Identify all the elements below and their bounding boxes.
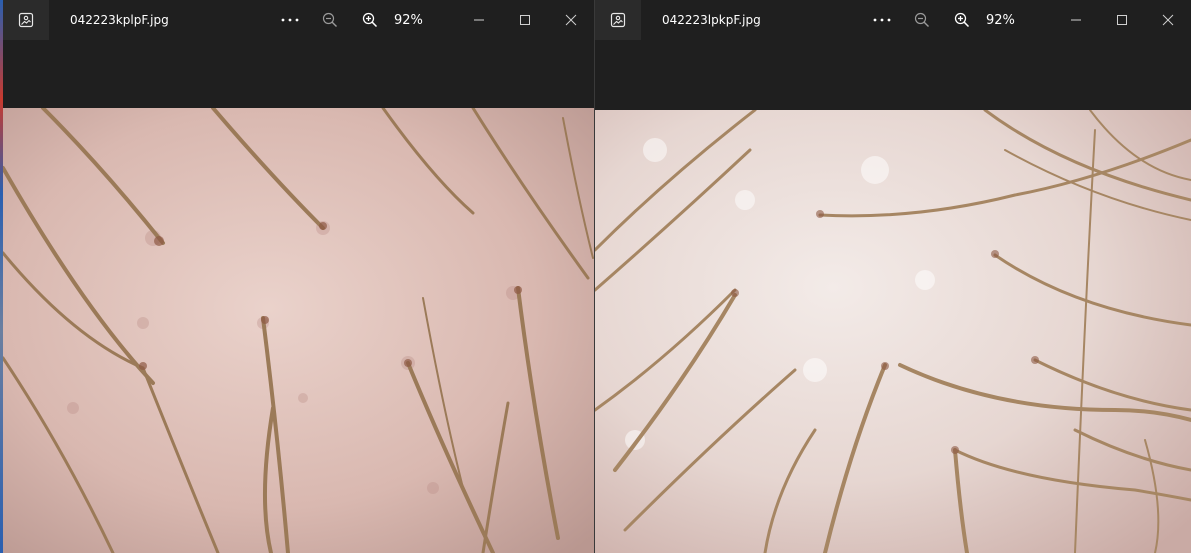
zoom-out-icon [914,12,929,27]
gallery-icon [18,12,34,28]
zoom-out-icon [322,12,337,27]
zoom-out-button[interactable] [902,0,942,40]
file-name: 042223kplpF.jpg [70,13,169,27]
photo-scalp-image [595,110,1191,553]
gallery-button[interactable] [3,0,49,40]
photo-viewer-window-left: 042223kplpF.jpg 92% [3,0,594,553]
zoom-in-button[interactable] [350,0,390,40]
close-icon [565,14,577,26]
minimize-icon [474,19,484,21]
zoom-in-icon [362,12,378,28]
title-bar: 042223kplpF.jpg 92% [3,0,594,40]
minimize-button[interactable] [1053,0,1099,40]
title-bar: 042223lpkpF.jpg 92% [595,0,1191,40]
photo-scalp-image [3,108,594,553]
zoom-in-button[interactable] [942,0,982,40]
more-icon [281,18,299,22]
zoom-level: 92% [394,12,423,28]
close-icon [1162,14,1174,26]
more-button[interactable] [862,0,902,40]
minimize-icon [1071,19,1081,21]
maximize-icon [520,15,530,25]
more-button[interactable] [270,0,310,40]
maximize-button[interactable] [502,0,548,40]
maximize-button[interactable] [1099,0,1145,40]
photo-viewer-window-right: 042223lpkpF.jpg 92% [595,0,1191,553]
minimize-button[interactable] [456,0,502,40]
zoom-in-icon [954,12,970,28]
gallery-button[interactable] [595,0,641,40]
maximize-icon [1117,15,1127,25]
more-icon [873,18,891,22]
zoom-level: 92% [986,12,1015,28]
image-canvas[interactable] [595,110,1191,553]
file-name: 042223lpkpF.jpg [662,13,761,27]
close-button[interactable] [1145,0,1191,40]
image-canvas[interactable] [3,108,594,553]
zoom-out-button[interactable] [310,0,350,40]
close-button[interactable] [548,0,594,40]
gallery-icon [610,12,626,28]
